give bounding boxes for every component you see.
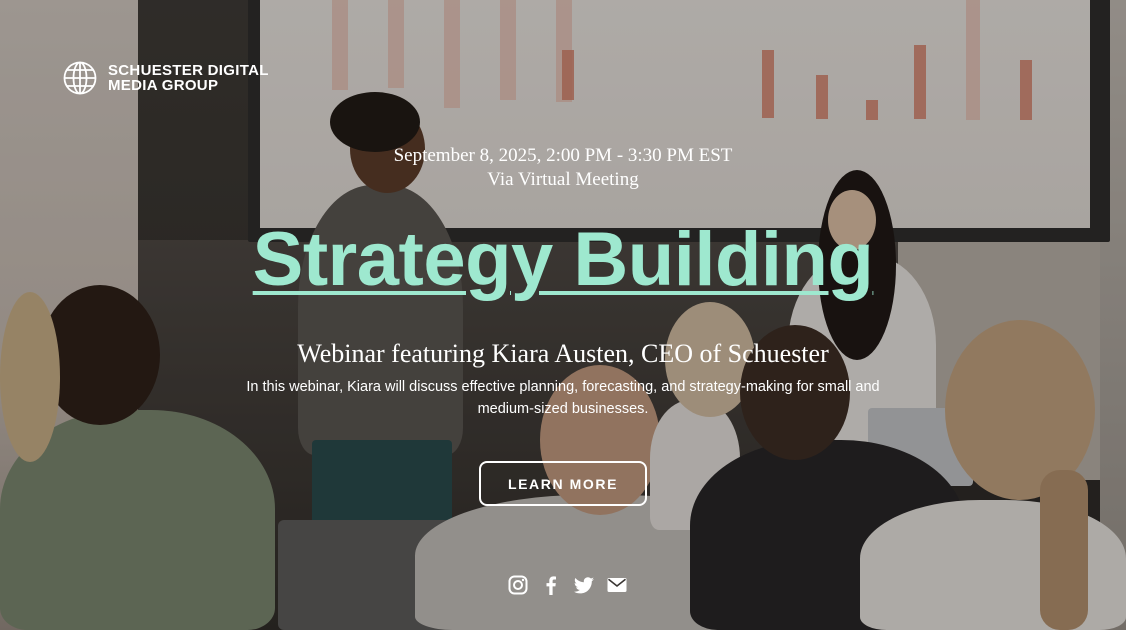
brand-name: SCHUESTER DIGITAL MEDIA GROUP bbox=[108, 63, 269, 93]
email-link[interactable] bbox=[606, 574, 628, 596]
page-title: Strategy Building bbox=[252, 217, 874, 302]
event-date-time: September 8, 2025, 2:00 PM - 3:30 PM EST bbox=[393, 145, 733, 166]
event-venue: Via Virtual Meeting bbox=[487, 169, 639, 190]
hero-section: SCHUESTER DIGITAL MEDIA GROUP September … bbox=[0, 0, 1126, 630]
facebook-link[interactable] bbox=[540, 574, 562, 596]
instagram-icon bbox=[508, 575, 528, 595]
learn-more-button[interactable]: LEARN MORE bbox=[479, 461, 647, 506]
facebook-icon bbox=[546, 576, 556, 595]
mail-icon bbox=[607, 578, 627, 592]
twitter-icon bbox=[573, 577, 594, 594]
brand-logo[interactable]: SCHUESTER DIGITAL MEDIA GROUP bbox=[63, 61, 269, 95]
event-subtitle: Webinar featuring Kiara Austen, CEO of S… bbox=[297, 339, 829, 368]
brand-name-line2: MEDIA GROUP bbox=[108, 77, 219, 94]
brand-name-line1: SCHUESTER DIGITAL bbox=[108, 62, 269, 79]
instagram-link[interactable] bbox=[507, 574, 529, 596]
event-description: In this webinar, Kiara will discuss effe… bbox=[246, 379, 880, 417]
globe-icon bbox=[63, 61, 97, 95]
social-links bbox=[507, 574, 628, 596]
twitter-link[interactable] bbox=[573, 574, 595, 596]
